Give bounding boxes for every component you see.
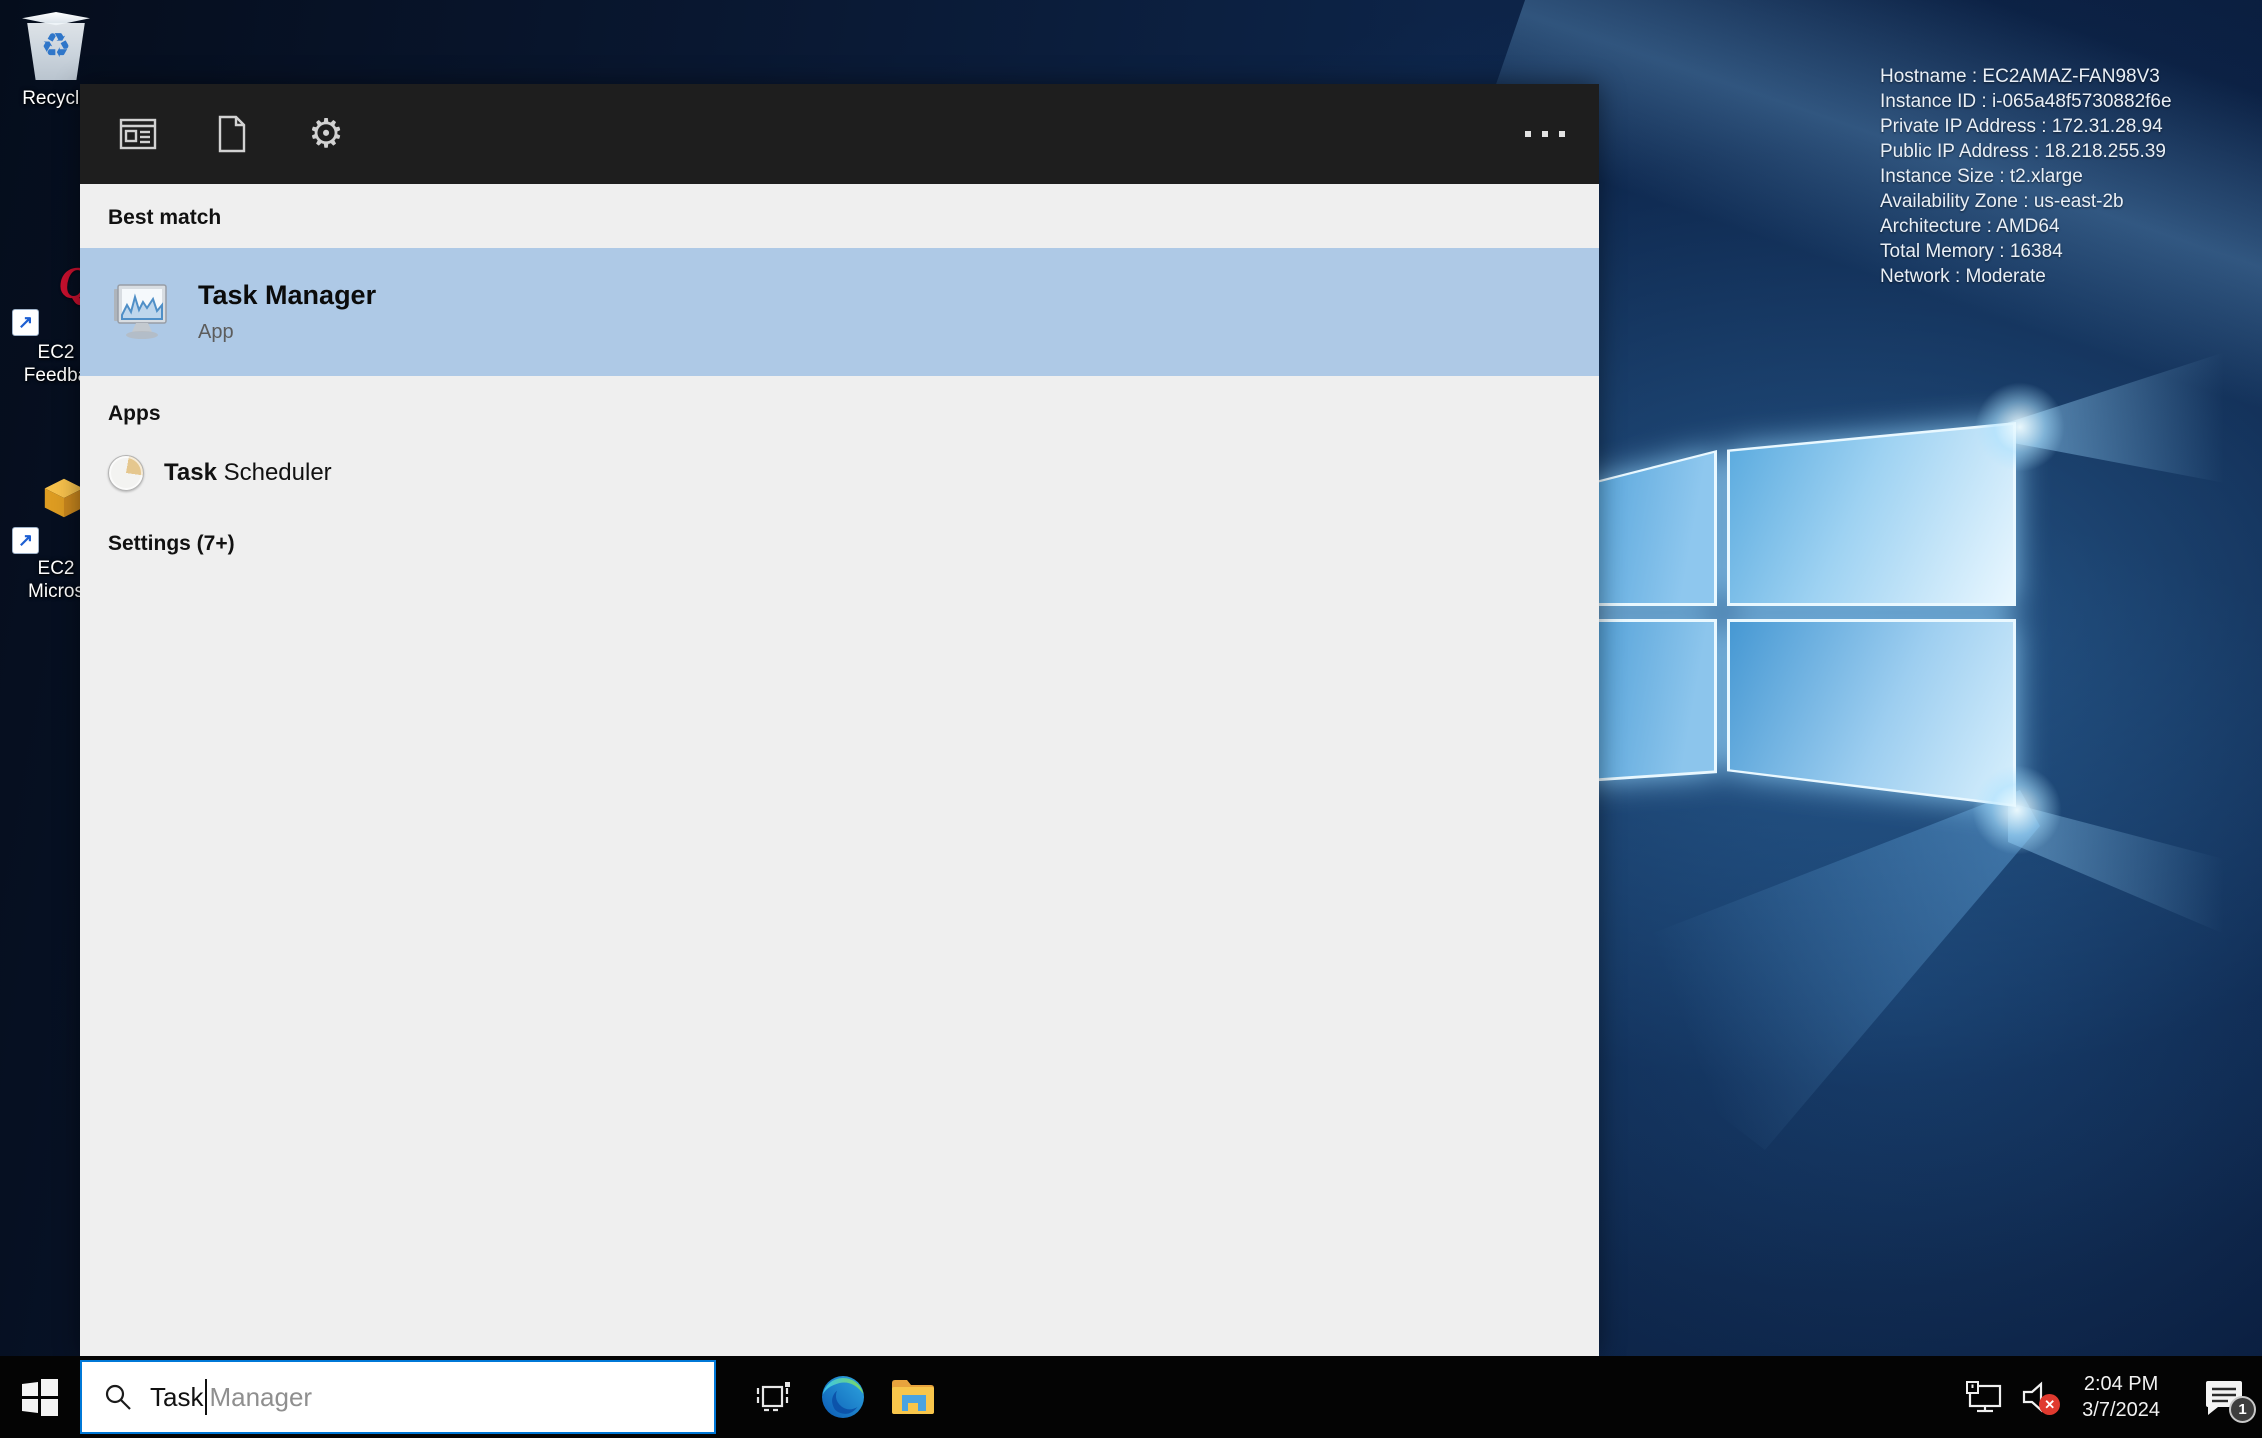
text-cursor [205, 1379, 208, 1415]
section-apps: Apps [108, 402, 161, 425]
section-best-match: Best match [108, 206, 222, 229]
volume-button[interactable]: ✕ [2020, 1381, 2061, 1415]
ec2-instance-info: Hostname : EC2AMAZ-FAN98V3 Instance ID :… [1880, 64, 2172, 289]
search-filter-bar: ⚙ [80, 84, 1599, 184]
result-task-scheduler[interactable]: Task Scheduler [80, 438, 1599, 508]
info-network: Network : Moderate [1880, 266, 2046, 287]
info-public-ip: Public IP Address : 18.218.255.39 [1880, 141, 2166, 162]
info-total-memory: Total Memory : 16384 [1880, 241, 2063, 262]
task-view-icon [756, 1382, 790, 1412]
section-settings: Settings (7+) [108, 532, 235, 555]
mute-badge-icon: ✕ [2039, 1394, 2061, 1415]
recycle-bin-icon: ♻ [20, 8, 92, 84]
logo-corner-glow [1975, 382, 2065, 472]
filter-documents-button[interactable] [204, 106, 260, 162]
action-center-button[interactable]: 1 [2202, 1379, 2256, 1423]
info-instance-size: Instance Size : t2.xlarge [1880, 166, 2083, 187]
search-suggestion-text: Manager [209, 1381, 313, 1412]
start-search-flyout: ⚙ Best match Task Manager App Apps Task … [80, 84, 1599, 1356]
network-status-button[interactable] [1964, 1379, 2004, 1415]
result-subtitle: App [198, 321, 234, 343]
light-beam-bottom-left [1540, 790, 2040, 1150]
info-architecture: Architecture : AMD64 [1880, 216, 2060, 237]
edge-browser-button[interactable] [808, 1356, 878, 1438]
windows-start-icon [22, 1379, 58, 1416]
taskbar: Task Manager ✕ 2:04 PM 3/7/2024 1 [0, 1356, 2262, 1438]
file-explorer-button[interactable] [878, 1356, 948, 1438]
file-explorer-icon [892, 1380, 934, 1414]
documents-filter-icon [218, 115, 246, 153]
info-instance-id: Instance ID : i-065a48f5730882f6e [1880, 91, 2172, 112]
info-availability-zone: Availability Zone : us-east-2b [1880, 191, 2124, 212]
info-hostname: Hostname : EC2AMAZ-FAN98V3 [1880, 66, 2160, 87]
taskbar-search-input[interactable]: Task Manager [80, 1360, 716, 1434]
windows-hero-logo [1570, 410, 2016, 807]
edge-icon [822, 1376, 864, 1418]
gear-icon: ⚙ [308, 112, 344, 156]
info-private-ip: Private IP Address : 172.31.28.94 [1880, 116, 2163, 137]
notification-count-badge: 1 [2229, 1396, 2256, 1423]
taskbar-clock[interactable]: 2:04 PM 3/7/2024 [2082, 1371, 2160, 1423]
apps-filter-icon [119, 118, 157, 150]
filter-settings-button[interactable]: ⚙ [298, 106, 354, 162]
shortcut-arrow-icon: ↗ [12, 309, 39, 336]
more-options-button[interactable] [1525, 131, 1565, 137]
search-typed-text: Task [150, 1381, 204, 1412]
result-task-manager[interactable]: Task Manager App [80, 248, 1599, 376]
result-title: Task Scheduler [164, 459, 332, 486]
result-title: Task Manager [198, 280, 377, 310]
network-icon [1966, 1381, 2002, 1413]
task-manager-icon [114, 284, 167, 339]
search-results: Best match Task Manager App Apps Task Sc… [80, 184, 1599, 1356]
start-button[interactable] [0, 1356, 80, 1438]
task-view-button[interactable] [738, 1356, 808, 1438]
clock-time: 2:04 PM [2083, 1373, 2159, 1395]
ellipsis-icon [1525, 131, 1531, 137]
search-icon [105, 1384, 131, 1410]
shortcut-arrow-icon: ↗ [12, 527, 39, 554]
system-tray: ✕ 2:04 PM 3/7/2024 1 [1964, 1371, 2262, 1423]
filter-apps-button[interactable] [110, 106, 166, 162]
task-scheduler-icon [108, 455, 144, 491]
logo-corner-glow [1972, 765, 2062, 855]
clock-date: 3/7/2024 [2082, 1399, 2160, 1421]
